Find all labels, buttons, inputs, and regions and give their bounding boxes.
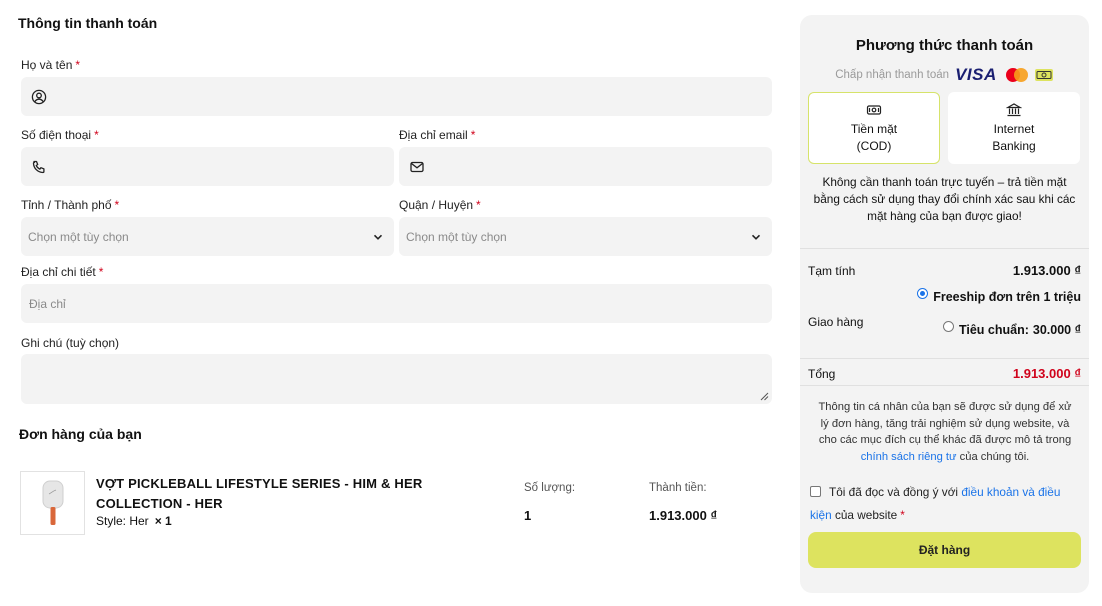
cod-note: Không cần thanh toán trực tuyến – trả ti…	[813, 175, 1076, 223]
terms-agreement: Tôi đã đọc và đồng ý với điều khoản và đ…	[810, 485, 1061, 522]
product-name[interactable]: VỢT PICKLEBALL LIFESTYLE SERIES - HIM & …	[96, 474, 506, 514]
phone-field[interactable]	[21, 147, 394, 186]
payment-title: Phương thức thanh toán	[855, 37, 1034, 54]
qty-value: 1	[524, 508, 532, 523]
payment-method-cod[interactable]: Tiền mặt (COD)	[808, 92, 940, 164]
cash-icon	[1034, 69, 1053, 81]
note-field[interactable]	[21, 354, 772, 404]
email-label: Địa chỉ email *	[399, 128, 476, 142]
terms-checkbox[interactable]	[810, 486, 821, 497]
address-field[interactable]	[21, 284, 772, 323]
order-title: Đơn hàng của bạn	[19, 426, 142, 442]
phone-label: Số điện thoại *	[21, 128, 99, 142]
ship-option-standard[interactable]: Tiêu chuẩn: 30.000 ₫	[942, 320, 1081, 337]
order-item: VỢT PICKLEBALL LIFESTYLE SERIES - HIM & …	[20, 470, 772, 540]
note-textarea[interactable]	[21, 354, 772, 404]
phone-input[interactable]	[47, 147, 394, 186]
payment-panel: Phương thức thanh toán Chấp nhận thanh t…	[800, 15, 1089, 593]
name-field[interactable]	[21, 77, 772, 116]
email-field[interactable]	[399, 147, 772, 186]
shipping-label: Giao hàng	[808, 315, 864, 329]
city-select-value: Chọn một tùy chọn	[28, 229, 129, 244]
city-select[interactable]: Chọn một tùy chọn	[21, 217, 394, 256]
divider	[800, 385, 1089, 386]
total-value: 1.913.000 ₫	[1012, 366, 1081, 381]
accepted-cards: Chấp nhận thanh toán VISA	[800, 65, 1089, 85]
address-input[interactable]	[21, 284, 772, 323]
email-input[interactable]	[425, 147, 772, 186]
billing-title: Thông tin thanh toán	[18, 15, 158, 31]
privacy-notice: Thông tin cá nhân của bạn sẽ được sử dụn…	[818, 401, 1072, 463]
product-thumbnail[interactable]	[20, 471, 85, 535]
district-select[interactable]: Chọn một tùy chọn	[399, 217, 772, 256]
chevron-down-icon	[373, 234, 383, 240]
ship-option-free[interactable]: Freeship đơn trên 1 triệu	[917, 287, 1081, 304]
qty-header: Số lượng:	[524, 482, 576, 494]
line-total-header: Thành tiền:	[649, 482, 707, 494]
district-select-value: Chọn một tùy chọn	[406, 229, 507, 244]
total-label: Tổng	[808, 367, 836, 381]
line-total-value: 1.913.000 ₫	[649, 508, 718, 523]
mastercard-icon	[1005, 68, 1028, 82]
cash-icon	[866, 104, 882, 115]
name-label: Họ và tên *	[21, 58, 81, 72]
subtotal-value: 1.913.000 ₫	[1012, 263, 1081, 278]
ship-standard-radio[interactable]	[942, 320, 954, 332]
address-label: Địa chỉ chi tiết *	[21, 265, 104, 279]
privacy-policy-link[interactable]: chính sách riêng tư	[861, 451, 957, 463]
resize-handle-icon[interactable]	[760, 392, 769, 401]
chevron-down-icon	[751, 234, 761, 240]
subtotal-label: Tạm tính	[808, 264, 856, 278]
paddle-image	[42, 480, 63, 525]
note-label: Ghi chú (tuỳ chọn)	[21, 336, 120, 350]
visa-logo: VISA	[955, 65, 997, 84]
name-input[interactable]	[47, 77, 772, 116]
ship-free-radio[interactable]	[917, 287, 929, 299]
district-label: Quận / Huyện *	[399, 198, 481, 212]
user-circle-icon	[31, 89, 47, 105]
mail-icon	[409, 159, 425, 175]
city-label: Tỉnh / Thành phố *	[21, 198, 120, 212]
divider	[800, 358, 1089, 359]
payment-method-banking[interactable]: Internet Banking	[948, 92, 1080, 164]
product-style: Style: Her × 1	[96, 514, 172, 528]
phone-icon	[31, 159, 47, 175]
place-order-button[interactable]: Đặt hàng	[808, 532, 1081, 568]
divider	[800, 248, 1089, 249]
bank-icon	[1006, 102, 1022, 116]
